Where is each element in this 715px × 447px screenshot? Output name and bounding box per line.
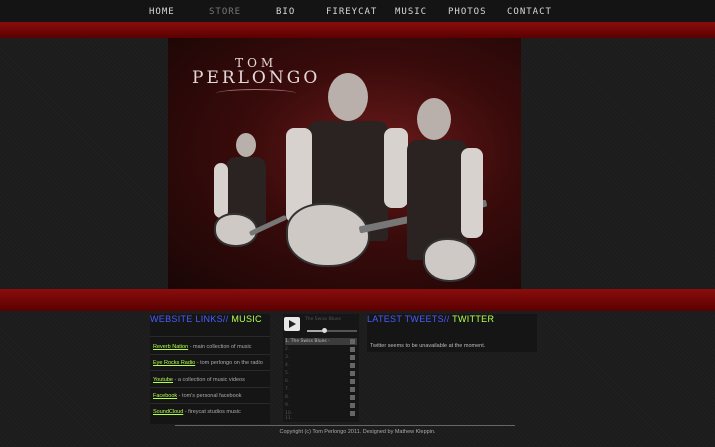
divider <box>150 387 270 388</box>
link-description: - tom perlongo on the radio <box>195 360 263 366</box>
playlist-track[interactable]: 3. <box>285 354 357 361</box>
nav-fireycat[interactable]: FIREYCAT <box>326 7 377 17</box>
divider <box>150 403 270 404</box>
track-options-icon[interactable] <box>350 371 355 376</box>
progress-fill <box>307 330 322 332</box>
track-options-icon[interactable] <box>350 339 355 344</box>
nav-store[interactable]: STORE <box>209 7 241 17</box>
nav-music[interactable]: MUSIC <box>395 7 427 17</box>
track-options-icon[interactable] <box>350 355 355 360</box>
red-band-bottom <box>0 289 715 311</box>
link-description: - a collection of music videos <box>173 377 245 383</box>
divider <box>150 336 270 337</box>
progress-slider[interactable] <box>307 328 357 333</box>
playlist-track[interactable]: 5. <box>285 370 357 377</box>
nav-photos[interactable]: PHOTOS <box>448 7 487 17</box>
reverbnation-link[interactable]: Reverb Nation <box>153 344 188 350</box>
divider <box>150 354 270 355</box>
link-description: - fireycat studios music <box>183 409 241 415</box>
facebook-link[interactable]: Facebook <box>153 393 177 399</box>
nav-bio[interactable]: BIO <box>276 7 295 17</box>
track-options-icon[interactable] <box>350 403 355 408</box>
link-item-eyerocks: Eye Rocks Radio - tom perlongo on the ra… <box>153 360 263 366</box>
logo-flourish <box>216 89 297 98</box>
eyerocks-link[interactable]: Eye Rocks Radio <box>153 360 195 366</box>
link-item-youtube: Youtube - a collection of music videos <box>153 377 245 383</box>
track-options-icon[interactable] <box>350 379 355 384</box>
twitter-status-message: Twitter seems to be unavailable at the m… <box>370 343 486 349</box>
playlist-track[interactable]: 11. <box>285 415 357 422</box>
music-player: The Swiss Blues 1. The Swiss Blues - 2. … <box>283 314 359 422</box>
soundcloud-link[interactable]: SoundCloud <box>153 409 183 415</box>
track-options-icon[interactable] <box>350 363 355 368</box>
divider <box>150 370 270 371</box>
tweets-heading-secondary: TWITTER <box>452 314 495 324</box>
play-button[interactable] <box>284 317 300 331</box>
links-heading-secondary: MUSIC <box>231 314 262 324</box>
hero-banner: TOM PERLONGO <box>168 38 521 289</box>
latest-tweets-panel: LATEST TWEETS// TWITTER Twitter seems to… <box>367 314 537 352</box>
site-logo: TOM PERLONGO <box>192 56 320 98</box>
nav-contact[interactable]: CONTACT <box>507 7 552 17</box>
playlist-track[interactable]: 2. <box>285 346 357 353</box>
link-item-soundcloud: SoundCloud - fireycat studios music <box>153 409 241 415</box>
tweets-heading-primary: LATEST TWEETS// <box>367 314 450 324</box>
website-links-panel: WEBSITE LINKS// MUSIC Reverb Nation - ma… <box>150 314 270 424</box>
playlist-track[interactable]: 4. <box>285 362 357 369</box>
footer-divider <box>175 425 515 426</box>
playlist-track[interactable]: 1. The Swiss Blues - <box>285 338 357 345</box>
progress-knob[interactable] <box>322 328 327 333</box>
playlist-track[interactable]: 7. <box>285 386 357 393</box>
playlist-track[interactable]: 9. <box>285 402 357 409</box>
track-options-icon[interactable] <box>350 395 355 400</box>
now-playing-title: The Swiss Blues <box>305 317 342 322</box>
playlist-track[interactable]: 8. <box>285 394 357 401</box>
link-description: - main collection of music <box>188 344 252 350</box>
youtube-link[interactable]: Youtube <box>153 377 173 383</box>
tweets-heading: LATEST TWEETS// TWITTER <box>367 314 537 324</box>
nav-home[interactable]: HOME <box>149 7 175 17</box>
link-item-facebook: Facebook - tom's personal facebook <box>153 393 242 399</box>
track-options-icon[interactable] <box>350 347 355 352</box>
links-heading-primary: WEBSITE LINKS// <box>150 314 229 324</box>
link-description: - tom's personal facebook <box>177 393 242 399</box>
top-navigation: HOME STORE BIO FIREYCAT MUSIC PHOTOS CON… <box>0 0 715 23</box>
playlist-track[interactable]: 6. <box>285 378 357 385</box>
red-band-top <box>0 22 715 38</box>
links-heading: WEBSITE LINKS// MUSIC <box>150 314 270 324</box>
track-options-icon[interactable] <box>350 387 355 392</box>
footer-copyright: Copyright (c) Tom Perlongo 2011. Designe… <box>279 429 436 435</box>
link-item-reverbnation: Reverb Nation - main collection of music <box>153 344 251 350</box>
logo-line-2: PERLONGO <box>192 68 321 88</box>
